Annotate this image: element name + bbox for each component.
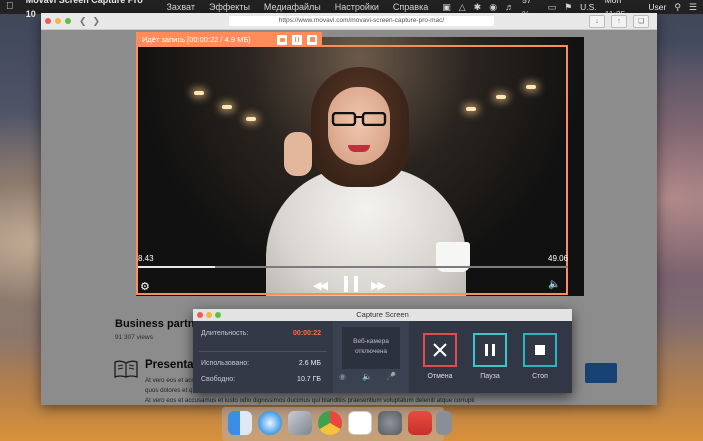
menu-bar-user[interactable]: User bbox=[648, 0, 666, 14]
settings-gear-icon[interactable]: ⚙ bbox=[140, 280, 150, 293]
fast-forward-icon[interactable]: ▶▶ bbox=[371, 279, 386, 292]
panel-close-button[interactable] bbox=[197, 312, 203, 318]
menu-effects[interactable]: Эффекты bbox=[209, 0, 250, 14]
play-pause-icon[interactable] bbox=[344, 276, 358, 292]
menu-capture[interactable]: Захват bbox=[166, 0, 195, 14]
stats-divider bbox=[199, 351, 327, 352]
window-minimize-button[interactable] bbox=[55, 18, 61, 24]
apple-menu-icon[interactable]:  bbox=[6, 0, 18, 14]
video-current-time: 8.43 bbox=[138, 254, 154, 263]
capture-stats: Длительность: 00:00:22 Использовано: 2.6… bbox=[193, 321, 333, 393]
menu-help[interactable]: Справка bbox=[393, 0, 428, 14]
microphone-icon[interactable]: 🎤 bbox=[386, 372, 396, 381]
stop-icon bbox=[535, 345, 545, 355]
panel-minimize-button[interactable] bbox=[206, 312, 212, 318]
duration-label: Длительность: bbox=[201, 330, 249, 337]
spotlight-search-icon[interactable]: ⚲ bbox=[674, 0, 681, 14]
webcam-status-line2: отключена bbox=[354, 348, 388, 355]
video-progress-fill bbox=[138, 266, 216, 268]
pause-button[interactable] bbox=[473, 333, 507, 367]
used-value: 2.6 МБ bbox=[298, 360, 321, 367]
video-frame bbox=[136, 37, 584, 296]
webcam-status-line1: Веб-камера bbox=[353, 338, 389, 345]
screen-capture-app-icon[interactable] bbox=[408, 411, 432, 435]
volume-icon[interactable]: ♬ bbox=[505, 0, 514, 14]
pause-icon bbox=[485, 344, 495, 356]
menu-media[interactable]: Медиафайлы bbox=[264, 0, 321, 14]
close-icon bbox=[433, 343, 447, 357]
used-label: Использовано: bbox=[201, 360, 250, 367]
system-audio-icon[interactable]: 🔈 bbox=[362, 372, 372, 381]
mac-menu-bar:  Movavi Screen Capture Pro 10 Захват Эф… bbox=[0, 0, 703, 19]
wifi-icon[interactable]: ◉ bbox=[489, 0, 497, 14]
back-arrow-icon[interactable]: ❮ bbox=[79, 16, 87, 27]
forward-arrow-icon[interactable]: ❯ bbox=[93, 16, 101, 27]
cancel-label: Отмена bbox=[427, 373, 453, 380]
recording-stop-icon[interactable] bbox=[307, 34, 317, 45]
free-label: Свободно: bbox=[201, 376, 236, 383]
notification-center-icon[interactable]: ☰ bbox=[689, 0, 697, 14]
video-total-time: 49.06 bbox=[548, 254, 569, 263]
photos-icon[interactable] bbox=[288, 411, 312, 435]
free-value: 10.7 ГБ bbox=[297, 376, 321, 383]
stop-button[interactable] bbox=[523, 333, 557, 367]
battery-icon: ▭ bbox=[547, 2, 557, 12]
window-close-button[interactable] bbox=[45, 18, 51, 24]
recording-pause-icon[interactable] bbox=[292, 34, 302, 45]
pause-label: Пауза bbox=[480, 373, 500, 380]
trash-icon[interactable] bbox=[436, 411, 452, 435]
cancel-button[interactable] bbox=[423, 333, 457, 367]
stop-label: Стоп bbox=[532, 373, 548, 380]
webcam-toggle-icon[interactable]: ◉ bbox=[339, 372, 346, 381]
finder-icon[interactable] bbox=[228, 411, 252, 435]
airplay-icon[interactable]: △ bbox=[459, 0, 466, 14]
rewind-icon[interactable]: ◀◀ bbox=[313, 279, 328, 292]
capture-actions: Отмена Пауза Стоп bbox=[409, 321, 572, 393]
duration-value: 00:00:22 bbox=[292, 330, 321, 337]
video-player[interactable] bbox=[136, 37, 584, 296]
capture-screen-panel: Capture Screen Длительность: 00:00:22 Ис… bbox=[193, 309, 572, 393]
address-bar[interactable]: https://www.movavi.com/movavi-screen-cap… bbox=[229, 16, 494, 26]
webcam-preview[interactable]: Веб-камера отключена bbox=[342, 327, 400, 369]
download-icon[interactable]: ↓ bbox=[589, 15, 605, 28]
share-icon[interactable]: ↑ bbox=[611, 15, 627, 28]
webcam-section: Веб-камера отключена ◉ 🔈 🎤 bbox=[334, 321, 409, 393]
chrome-icon[interactable] bbox=[318, 411, 342, 435]
browser-toolbar: ❮ ❯ https://www.movavi.com/movavi-screen… bbox=[41, 13, 657, 30]
menu-settings[interactable]: Настройки bbox=[335, 0, 379, 14]
record-status-icon[interactable]: ▣ bbox=[442, 0, 451, 14]
bluetooth-icon[interactable]: ✱ bbox=[474, 0, 482, 14]
calendar-icon[interactable] bbox=[348, 411, 372, 435]
capture-panel-titlebar[interactable]: Capture Screen bbox=[193, 309, 572, 321]
volume-speaker-icon[interactable]: 🔈 bbox=[548, 279, 560, 290]
recording-status-bar: Идёт запись [00:00:22 / 4.9 МБ] bbox=[136, 32, 322, 47]
safari-icon[interactable] bbox=[258, 411, 282, 435]
flag-icon: ⚑ bbox=[564, 2, 573, 12]
screenshot-camera-icon[interactable] bbox=[277, 34, 287, 45]
panel-zoom-button[interactable] bbox=[215, 312, 221, 318]
system-preferences-icon[interactable] bbox=[378, 411, 402, 435]
video-progress-bar[interactable] bbox=[138, 266, 568, 268]
capture-panel-title: Capture Screen bbox=[356, 310, 409, 319]
recording-status-text: Идёт запись [00:00:22 / 4.9 МБ] bbox=[142, 35, 251, 44]
window-zoom-button[interactable] bbox=[65, 18, 71, 24]
tabs-overview-icon[interactable]: ❏ bbox=[633, 15, 649, 28]
input-locale[interactable]: U.S. bbox=[580, 0, 597, 14]
